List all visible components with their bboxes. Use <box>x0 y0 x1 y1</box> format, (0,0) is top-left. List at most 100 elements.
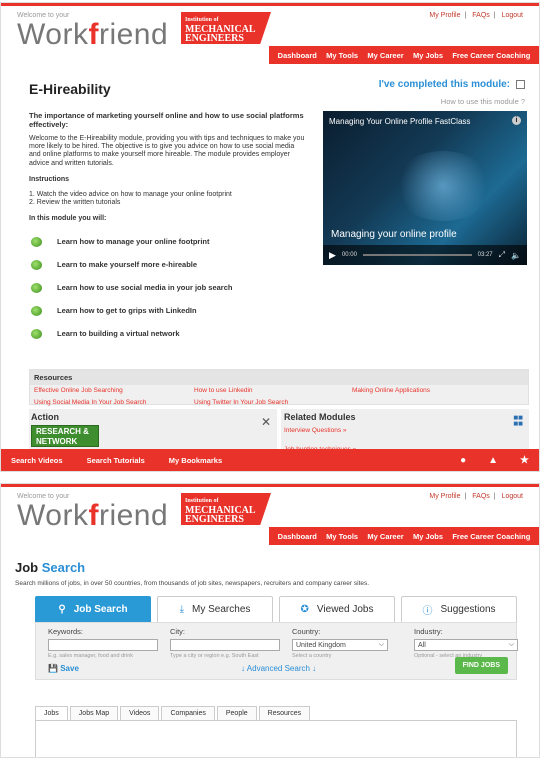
search-form: Keywords: E.g. sales manager, food and d… <box>35 622 518 680</box>
goal-item[interactable]: Learn to make yourself more e-hireable <box>29 254 307 277</box>
goal-status-icon <box>31 283 42 294</box>
job-search-screen: Welcome to your Workfriend Institution o… <box>0 483 540 758</box>
city-label: City: <box>170 627 185 636</box>
header: Welcome to your Workfriend Institution o… <box>1 484 539 545</box>
module-title: E-Hireability <box>29 81 111 97</box>
video-caption: Managing your online profile <box>331 229 457 240</box>
goal-item[interactable]: Learn how to use social media in your jo… <box>29 277 307 300</box>
nav-dashboard[interactable]: Dashboard <box>278 532 317 541</box>
goal-status-icon <box>31 329 42 340</box>
play-icon[interactable]: ▶ <box>329 250 336 261</box>
tab-videos[interactable]: Videos <box>120 706 160 720</box>
tab-companies[interactable]: Companies <box>161 706 215 720</box>
action-panel: Action ✕ RESEARCH & NETWORK <box>29 409 277 449</box>
module-intro: Welcome to the E-Hireability module, pro… <box>29 135 305 167</box>
completed-toggle[interactable]: I've completed this module: <box>379 79 525 90</box>
results-area <box>35 720 517 757</box>
goal-item[interactable]: Learn to building a virtual network <box>29 323 307 346</box>
tab-job-search[interactable]: ⚲ Job Search <box>35 596 151 622</box>
logout-link[interactable]: Logout <box>502 493 523 500</box>
country-group: Country: United Kingdom ⌵ Select a countr… <box>292 627 388 659</box>
my-bookmarks-button[interactable]: My Bookmarks <box>169 456 222 465</box>
fullscreen-icon[interactable]: ⤢ <box>499 250 505 260</box>
nav-dashboard[interactable]: Dashboard <box>278 51 317 60</box>
nav-my-tools[interactable]: My Tools <box>326 532 358 541</box>
imeche-logo: Institution of MECHANICAL ENGINEERS <box>181 493 271 525</box>
find-jobs-button[interactable]: FIND JOBS <box>454 657 508 674</box>
nav-my-career[interactable]: My Career <box>367 51 403 60</box>
page-title: Job Search <box>15 560 86 575</box>
workfriend-logo[interactable]: Workfriend <box>17 499 168 533</box>
video-player[interactable]: Managing Your Online Profile FastClass i… <box>323 111 527 265</box>
volume-icon[interactable]: 🔈 <box>511 251 521 260</box>
tab-my-searches[interactable]: ⤓ My Searches <box>157 596 273 622</box>
progress-track[interactable] <box>362 254 472 256</box>
goal-item[interactable]: Learn how to manage your online footprin… <box>29 231 307 254</box>
industry-select[interactable]: All ⌵ <box>414 639 518 651</box>
resource-link[interactable]: How to use Linkedin <box>194 387 352 394</box>
grid-icon[interactable]: ■■ ■■ <box>513 414 523 428</box>
resource-link[interactable]: Making Online Applications <box>352 387 532 394</box>
star-icon[interactable]: ★ <box>520 455 529 466</box>
help-icon: ⓘ <box>422 606 433 617</box>
city-group: City: Type a city or region e.g. South E… <box>170 627 280 659</box>
nav-my-career[interactable]: My Career <box>367 532 403 541</box>
city-input[interactable] <box>170 639 280 651</box>
my-profile-link[interactable]: My Profile <box>429 12 460 19</box>
goal-status-icon <box>31 260 42 271</box>
search-tutorials-button[interactable]: Search Tutorials <box>87 456 145 465</box>
country-hint: Select a country <box>292 653 332 659</box>
module-screen: Welcome to your Workfriend Institution o… <box>0 2 540 472</box>
faqs-link[interactable]: FAQs <box>472 12 490 19</box>
instructions-label: Instructions <box>29 175 70 183</box>
tab-resources[interactable]: Resources <box>258 706 311 720</box>
arrow-down-icon: ↓ <box>241 664 245 673</box>
advanced-search-link[interactable]: ↓ Advanced Search ↓ <box>241 664 316 673</box>
notification-icon[interactable]: ▲ <box>488 455 498 466</box>
chevron-down-icon: ⌵ <box>378 641 384 648</box>
completed-checkbox[interactable] <box>516 80 525 89</box>
nav-my-jobs[interactable]: My Jobs <box>413 532 443 541</box>
nav-free-career-coaching[interactable]: Free Career Coaching <box>452 532 530 541</box>
country-select[interactable]: United Kingdom ⌵ <box>292 639 388 651</box>
resource-link[interactable]: Using Twitter In Your Job Search <box>194 399 352 406</box>
video-thumbnail <box>393 151 493 221</box>
tab-people[interactable]: People <box>216 706 257 720</box>
tab-jobs-map[interactable]: Jobs Map <box>69 706 119 720</box>
resource-link[interactable]: Using Social Media In Your Job Search <box>34 399 194 406</box>
nav-my-jobs[interactable]: My Jobs <box>413 51 443 60</box>
instruction-item: 2. Review the written tutorials <box>29 199 121 207</box>
tab-suggestions[interactable]: ⓘ Suggestions <box>401 596 517 622</box>
tab-jobs[interactable]: Jobs <box>35 706 68 720</box>
city-hint: Type a city or region e.g. South East <box>170 653 259 659</box>
will-label: In this module you will: <box>29 215 107 223</box>
close-icon[interactable]: ✕ <box>261 415 271 429</box>
resources-panel: Resources Effective Online Job Searching… <box>29 369 532 406</box>
my-profile-link[interactable]: My Profile <box>429 493 460 500</box>
goal-item[interactable]: Learn how to get to grips with LinkedIn <box>29 300 307 323</box>
time-total: 03:27 <box>477 252 493 258</box>
research-network-badge[interactable]: RESEARCH & NETWORK <box>31 425 99 447</box>
download-icon: ⤓ <box>179 604 185 615</box>
action-title: Action <box>31 412 59 422</box>
chat-icon[interactable]: ● <box>460 455 466 466</box>
workfriend-logo[interactable]: Workfriend <box>17 18 168 52</box>
keywords-input[interactable] <box>48 639 158 651</box>
how-to-use-link[interactable]: How to use this module ? <box>441 97 525 106</box>
instruction-item: 1. Watch the video advice on how to mana… <box>29 191 232 199</box>
tab-viewed-jobs[interactable]: ✪ Viewed Jobs <box>279 596 395 622</box>
logout-link[interactable]: Logout <box>502 12 523 19</box>
resource-link[interactable]: Effective Online Job Searching <box>34 387 194 394</box>
faqs-link[interactable]: FAQs <box>472 493 490 500</box>
arrow-down-icon: ↓ <box>312 664 317 673</box>
bottom-toolbar: Search Videos Search Tutorials My Bookma… <box>1 449 539 471</box>
search-videos-button[interactable]: Search Videos <box>11 456 63 465</box>
nav-free-career-coaching[interactable]: Free Career Coaching <box>452 51 530 60</box>
save-button[interactable]: 💾 Save <box>48 664 79 673</box>
search-tabs: ⚲ Job Search ⤓ My Searches ✪ Viewed Jobs ⓘ S… <box>35 596 517 622</box>
info-icon[interactable]: i <box>512 116 521 125</box>
goal-status-icon <box>31 237 42 248</box>
module-heading: The importance of marketing yourself onl… <box>29 111 304 129</box>
related-link[interactable]: Interview Questions » <box>281 425 529 436</box>
nav-my-tools[interactable]: My Tools <box>326 51 358 60</box>
